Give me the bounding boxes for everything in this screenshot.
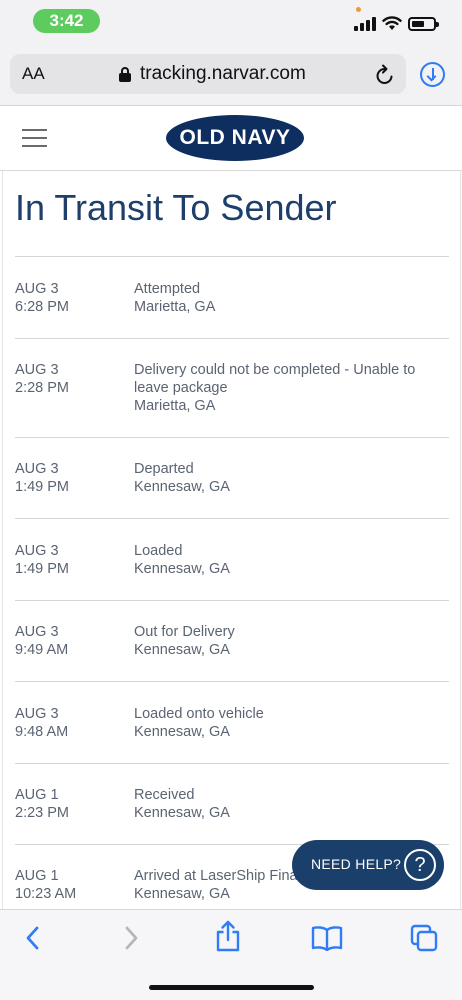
- event-time: 6:28 PM: [15, 299, 69, 315]
- event-location: Kennesaw, GA: [134, 642, 230, 658]
- event-status: Out for Delivery: [134, 624, 235, 640]
- event-date: AUG 3: [15, 706, 59, 722]
- divider: [15, 256, 449, 257]
- status-time: 3:42: [33, 9, 100, 33]
- home-indicator: [149, 985, 314, 990]
- event-location: Marietta, GA: [134, 299, 216, 315]
- tabs-icon[interactable]: [410, 924, 438, 952]
- event-time: 2:23 PM: [15, 805, 69, 821]
- divider: [15, 681, 449, 682]
- browser-address-area: AA tracking.narvar.com: [0, 44, 462, 106]
- bookmarks-icon[interactable]: [311, 925, 343, 951]
- divider: [15, 518, 449, 519]
- need-help-button[interactable]: NEED HELP? ?: [292, 840, 444, 890]
- event-location: Kennesaw, GA: [134, 724, 230, 740]
- forward-chevron-icon[interactable]: [120, 924, 142, 952]
- event-date: AUG 3: [15, 281, 59, 297]
- old-navy-logo[interactable]: OLD NAVY: [166, 115, 304, 161]
- event-status: Departed: [134, 461, 194, 477]
- reload-icon[interactable]: [375, 64, 395, 86]
- event-time: 2:28 PM: [15, 380, 69, 396]
- event-time: 1:49 PM: [15, 479, 69, 495]
- event-status: Loaded: [134, 543, 183, 559]
- site-header: OLD NAVY: [0, 107, 462, 171]
- url-text[interactable]: tracking.narvar.com: [140, 63, 306, 85]
- need-help-label: NEED HELP?: [311, 856, 402, 872]
- event-time: 1:49 PM: [15, 561, 69, 577]
- event-date: AUG 1: [15, 868, 59, 884]
- event-time: 9:49 AM: [15, 642, 69, 658]
- wifi-icon: [382, 16, 402, 30]
- event-status: Loaded onto vehicle: [134, 706, 264, 722]
- help-question-icon: ?: [404, 849, 436, 881]
- page-title: In Transit To Sender: [15, 187, 337, 228]
- event-date: AUG 3: [15, 624, 59, 640]
- event-time: 10:23 AM: [15, 886, 77, 902]
- event-status: Delivery could not be completed - Unable…: [134, 362, 416, 396]
- tracking-content: In Transit To Sender AUG 3 6:28 PM Attem…: [2, 171, 461, 909]
- privacy-indicator-dot: [356, 7, 361, 12]
- event-time: 9:48 AM: [15, 724, 69, 740]
- event-status: Attempted: [134, 281, 201, 297]
- event-date: AUG 3: [15, 543, 59, 559]
- divider: [15, 600, 449, 601]
- share-icon[interactable]: [215, 920, 241, 952]
- lock-icon: [119, 67, 131, 82]
- event-status: Received: [134, 787, 195, 803]
- cellular-signal-icon: [354, 17, 378, 31]
- event-date: AUG 3: [15, 461, 59, 477]
- download-icon[interactable]: [420, 62, 445, 87]
- event-location: Kennesaw, GA: [134, 479, 230, 495]
- back-chevron-icon[interactable]: [22, 924, 44, 952]
- event-location: Kennesaw, GA: [134, 805, 230, 821]
- hamburger-menu-icon[interactable]: [22, 129, 47, 147]
- text-size-button[interactable]: AA: [22, 64, 45, 84]
- event-date: AUG 1: [15, 787, 59, 803]
- event-location: Marietta, GA: [134, 398, 216, 414]
- divider: [15, 437, 449, 438]
- battery-icon: [408, 17, 439, 31]
- address-bar[interactable]: AA tracking.narvar.com: [10, 54, 406, 94]
- event-location: Kennesaw, GA: [134, 561, 230, 577]
- event-date: AUG 3: [15, 362, 59, 378]
- divider: [15, 763, 449, 764]
- status-bar: 3:42: [0, 0, 462, 44]
- divider: [15, 338, 449, 339]
